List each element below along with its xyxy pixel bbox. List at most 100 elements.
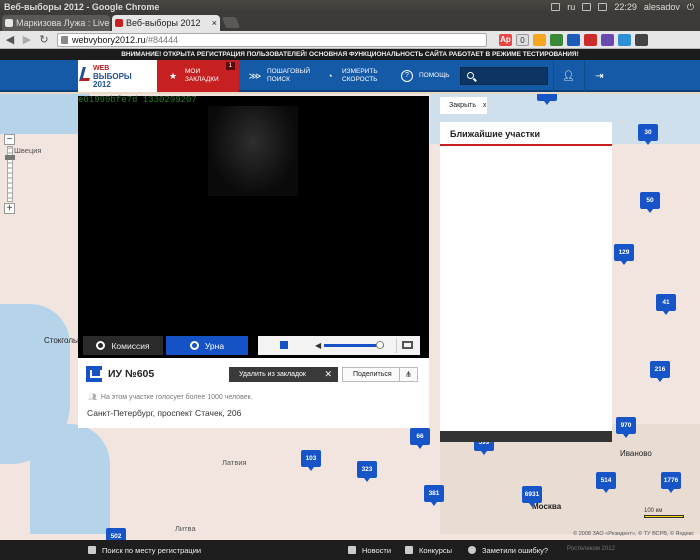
tab-favicon-icon	[115, 19, 123, 27]
ballot-box-icon	[86, 366, 102, 382]
mail-icon[interactable]	[551, 3, 561, 11]
map-marker[interactable]: 1776	[661, 472, 681, 493]
power-icon[interactable]: ⏻	[687, 2, 694, 13]
close-panel-button[interactable]: Закрыть x	[440, 97, 487, 114]
browser-tab-liveinternet[interactable]: Маркизова Лужа : Liveinte	[2, 15, 110, 31]
camera-icon	[189, 341, 199, 350]
extension-abp-icon[interactable]: Ap	[499, 33, 512, 46]
extension-counter-icon[interactable]: 0	[516, 33, 529, 46]
footer-registration-search[interactable]: Поиск по месту регистрации	[88, 540, 201, 560]
zoom-slider[interactable]	[5, 146, 15, 202]
extension-purple-icon[interactable]	[601, 33, 614, 46]
search-icon	[467, 72, 474, 79]
map-marker[interactable]: 129	[614, 244, 634, 265]
wrench-menu-icon[interactable]	[635, 33, 648, 46]
nav-label: ИЗМЕРИТЬ СКОРОСТЬ	[342, 68, 378, 83]
map-marker[interactable]: 31	[537, 94, 557, 105]
commission-label: Комиссия	[111, 340, 150, 351]
zoom-slider-thumb[interactable]	[5, 155, 15, 160]
close-panel-label: Закрыть	[449, 102, 476, 109]
map-marker[interactable]: 216	[650, 361, 670, 382]
volume-slider[interactable]	[324, 344, 384, 347]
keyboard-layout[interactable]: ru	[567, 2, 575, 12]
map-marker[interactable]: 6931	[522, 486, 542, 507]
system-tray: ru 22:29 alesadov ⏻	[551, 2, 700, 13]
nav-help[interactable]: ? ПОМОЩЬ	[397, 60, 457, 92]
share-button[interactable]: Поделиться ⋔	[342, 367, 418, 382]
fullscreen-button[interactable]	[396, 338, 418, 353]
logout-icon: ⇥	[595, 70, 604, 82]
footer-label: Поиск по месту регистрации	[102, 545, 202, 555]
map-marker[interactable]: 323	[357, 461, 377, 482]
footer-label: Конкурсы	[419, 545, 453, 555]
nav-label: ПОМОЩЬ	[419, 72, 450, 79]
footer-contests[interactable]: Конкурсы	[405, 540, 452, 560]
footer-report-error[interactable]: Заметили ошибку?	[468, 540, 548, 560]
map-marker[interactable]: 50	[640, 192, 660, 213]
map-marker[interactable]: 103	[301, 450, 321, 471]
extensions-area: Ap 0	[499, 33, 648, 46]
extension-rss-icon[interactable]	[533, 33, 546, 46]
map-scale-bar	[644, 515, 684, 518]
playback-controls: ◀	[258, 336, 420, 355]
map-label-sweden: Швеция	[14, 146, 42, 155]
extension-green-icon[interactable]	[550, 33, 563, 46]
logo-mark-icon	[79, 67, 93, 81]
reload-icon[interactable]: ↻	[37, 33, 51, 46]
map-marker[interactable]: 381	[424, 485, 444, 506]
user-profile-button[interactable]: 👤︎	[553, 60, 583, 92]
nav-speed-test[interactable]: ◔ ИЗМЕРИТЬ СКОРОСТЬ	[320, 60, 390, 92]
network-icon[interactable]	[582, 3, 592, 11]
zoom-out-button[interactable]: −	[4, 134, 15, 145]
map-zoom-control: − +	[4, 134, 16, 216]
map-label-stockholm: Стокгольм	[44, 336, 83, 345]
volume-icon[interactable]	[598, 3, 608, 11]
close-icon: ✕	[324, 369, 332, 379]
os-top-bar: Веб-выборы 2012 - Google Chrome ru 22:29…	[0, 0, 700, 14]
user-name[interactable]: alesadov	[644, 2, 680, 12]
new-tab-button[interactable]	[221, 17, 241, 28]
map-marker[interactable]: 30	[638, 124, 658, 145]
user-icon: 👤︎	[562, 70, 575, 82]
url-host: webvybory2012.ru	[72, 34, 146, 45]
station-address: Санкт-Петербург, проспект Стачек, 206	[87, 408, 242, 418]
volume-icon[interactable]: ◀	[315, 341, 321, 350]
voters-note-text: На этом участке голосует более 1000 чело…	[100, 394, 253, 401]
back-icon[interactable]: ◀	[3, 33, 17, 46]
site-logo[interactable]: WEB ВЫБОРЫ 2012	[78, 60, 157, 92]
voters-note: 👥︎ На этом участке голосует более 1000 че…	[88, 393, 253, 401]
clock[interactable]: 22:29	[614, 2, 637, 12]
footer-label: Заметили ошибку?	[482, 545, 549, 555]
close-tab-icon[interactable]: ×	[212, 15, 217, 31]
extension-mail-icon[interactable]	[618, 33, 631, 46]
extension-red-icon[interactable]	[584, 33, 597, 46]
header-search-input[interactable]	[460, 67, 548, 85]
logout-button[interactable]: ⇥	[584, 60, 614, 92]
nav-step-search[interactable]: ⋙ ПОШАГОВЫЙ ПОИСК	[245, 60, 317, 92]
forward-icon[interactable]: ▶	[20, 33, 34, 46]
map-marker[interactable]: 66	[410, 428, 430, 449]
url-path: /#84444	[145, 34, 179, 45]
stop-button[interactable]	[280, 341, 288, 349]
address-bar[interactable]: webvybory2012.ru/#84444	[57, 32, 487, 47]
urn-camera-button[interactable]: Урна	[166, 336, 248, 355]
logo-line-3: 2012	[93, 80, 111, 89]
video-player[interactable]: e01999bfe7d 1330299207	[78, 95, 429, 358]
map-marker[interactable]: 514	[596, 472, 616, 493]
map-marker[interactable]: 970	[616, 417, 636, 438]
map-marker[interactable]: 502	[106, 528, 126, 540]
browser-tab-strip: Маркизова Лужа : Liveinte Веб-выборы 201…	[0, 14, 700, 31]
panel-title: Ближайшие участки	[440, 122, 612, 146]
remove-bookmark-button[interactable]: Удалить из закладок ✕	[229, 367, 338, 382]
commission-camera-button[interactable]: Комиссия	[83, 336, 163, 355]
volume-slider-knob[interactable]	[376, 341, 384, 349]
zoom-in-button[interactable]: +	[4, 203, 15, 214]
extension-blue-icon[interactable]	[567, 33, 580, 46]
map-marker[interactable]: 41	[656, 294, 676, 315]
window-title: Веб-выборы 2012 - Google Chrome	[4, 2, 160, 12]
nav-my-bookmarks[interactable]: ★ МОИ ЗАКЛАДКИ 1	[157, 60, 239, 92]
speech-bubble-icon	[468, 546, 476, 554]
browser-tab-webvybory[interactable]: Веб-выборы 2012 ×	[112, 15, 220, 31]
map-label-moscow: Москва	[532, 502, 562, 511]
footer-news[interactable]: Новости	[348, 540, 391, 560]
